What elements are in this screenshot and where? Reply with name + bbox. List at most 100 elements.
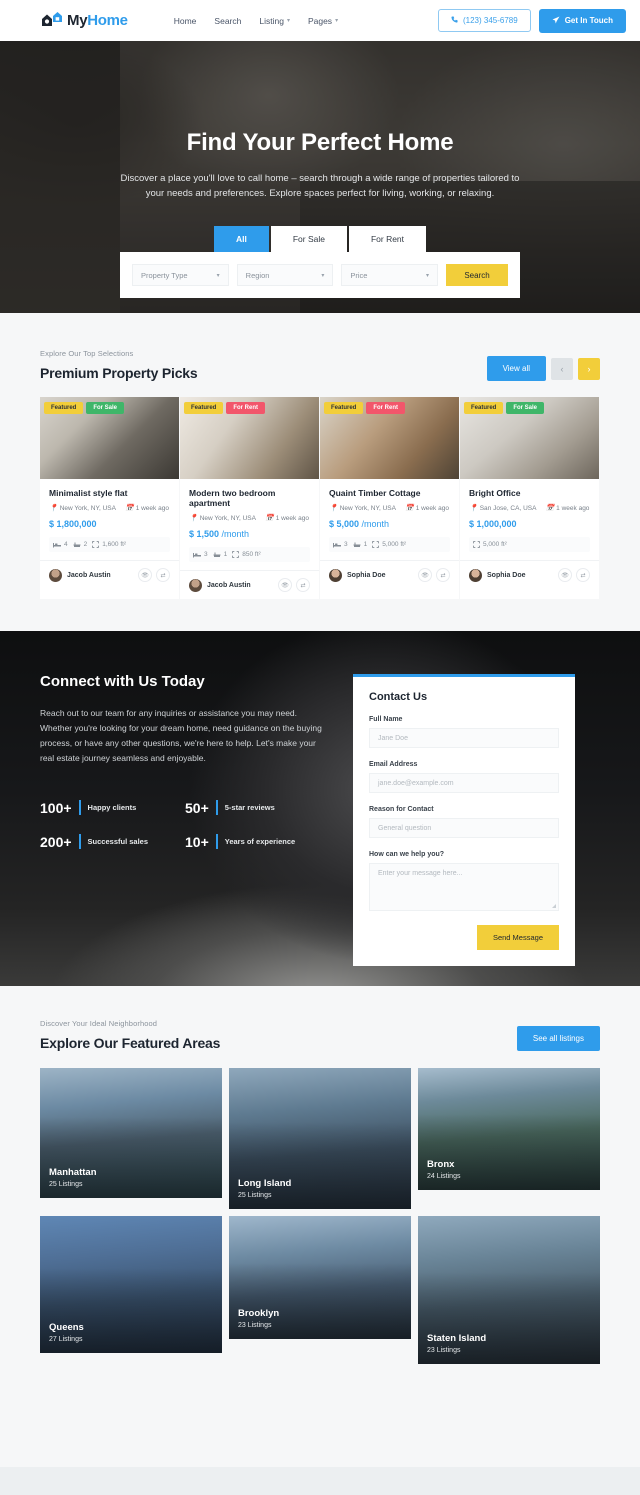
area-label: Brooklyn 23 Listings: [238, 1308, 279, 1329]
chevron-down-icon: ▾: [216, 272, 220, 279]
region-select[interactable]: Region ▾: [236, 264, 334, 287]
map-pin-icon: 📍: [469, 505, 478, 512]
footer-actions: 👁 ⇄: [138, 568, 170, 582]
select-value: Region: [245, 270, 270, 280]
eye-icon[interactable]: 👁: [418, 568, 432, 582]
stat-item: 10+ Years of experience: [185, 834, 330, 850]
property-location: 📍 New York, NY, USA: [189, 514, 256, 523]
area-listing-count: 25 Listings: [49, 1181, 83, 1188]
hero-title: Find Your Perfect Home: [186, 129, 454, 156]
property-price: $ 1,800,000: [49, 519, 97, 529]
property-posted: 📅 1 week ago: [545, 504, 590, 513]
area-card[interactable]: Bronx 24 Listings: [418, 1068, 600, 1190]
stat-label: Happy clients: [87, 803, 137, 812]
site-header: MyHome Home Search Listing ▾ Pages ▾ (123)…: [0, 0, 640, 41]
nav-item-home[interactable]: Home: [174, 16, 197, 26]
tab-for-sale[interactable]: For Sale: [270, 226, 347, 253]
full-name-field[interactable]: Jane Doe: [369, 728, 559, 748]
map-pin-icon: 📍: [189, 515, 198, 522]
property-type-select[interactable]: Property Type ▾: [132, 264, 229, 287]
message-textarea[interactable]: Enter your message here...: [369, 863, 559, 911]
chevron-right-icon[interactable]: ›: [578, 357, 600, 380]
property-title: Bright Office: [469, 488, 521, 498]
property-card[interactable]: Featured For Sale Bright Office 📍 San Jos…: [460, 397, 599, 599]
compare-icon[interactable]: ⇄: [156, 568, 170, 582]
agent-name: Jacob Austin: [67, 571, 111, 579]
status-badge: For Sale: [506, 402, 545, 414]
hero-content: Find Your Perfect Home Discover a place …: [0, 41, 640, 299]
area-card[interactable]: Staten Island 23 Listings: [418, 1216, 600, 1364]
property-body: Minimalist style flat 📍 New York, NY, USA…: [40, 479, 179, 560]
calendar-icon: 📅: [545, 505, 555, 512]
get-in-touch-button[interactable]: Get In Touch: [538, 8, 626, 33]
connect-title: Connect with Us Today: [40, 673, 205, 690]
page-title: Premium Property Picks: [40, 365, 198, 381]
stat-divider: [78, 834, 81, 849]
area-size: 850 ft²: [232, 551, 261, 558]
area-card[interactable]: Long Island 25 Listings: [229, 1068, 411, 1209]
bath-count: 2: [73, 541, 87, 548]
view-all-button[interactable]: View all: [486, 356, 546, 381]
chevron-left-icon[interactable]: ‹: [551, 357, 573, 380]
eye-icon[interactable]: 👁: [138, 568, 152, 582]
footer-actions: 👁 ⇄: [418, 568, 450, 582]
area-card[interactable]: Queens 27 Listings: [40, 1216, 222, 1353]
area-listing-count: 23 Listings: [427, 1347, 461, 1354]
search-button[interactable]: Search: [446, 264, 509, 287]
area-card[interactable]: Brooklyn 23 Listings: [229, 1216, 411, 1339]
site-logo[interactable]: MyHome: [40, 10, 128, 32]
area-listing-count: 27 Listings: [49, 1336, 83, 1343]
compare-icon[interactable]: ⇄: [576, 568, 590, 582]
bed-icon: [333, 542, 341, 547]
connect-text-column: Connect with Us Today Reach out to our t…: [40, 673, 330, 966]
compare-icon[interactable]: ⇄: [296, 578, 310, 592]
map-pin-icon: 📍: [329, 505, 338, 512]
property-location: 📍 San Jose, CA, USA: [469, 504, 537, 513]
nav-item-listing[interactable]: Listing ▾: [259, 16, 290, 26]
property-body: Quaint Timber Cottage 📍 New York, NY, USA…: [320, 479, 459, 560]
form-actions: Send Message: [369, 925, 559, 950]
area-card[interactable]: Manhattan 25 Listings: [40, 1068, 222, 1198]
property-body: Modern two bedroom apartment 📍 New York, …: [180, 479, 319, 570]
bed-count: 3: [333, 541, 348, 548]
area-size: 1,600 ft²: [92, 541, 126, 548]
nav-item-pages[interactable]: Pages ▾: [308, 16, 338, 26]
page-spacer: [0, 1404, 640, 1467]
house-logo-icon: [40, 10, 66, 32]
property-footer: Sophia Doe 👁 ⇄: [320, 560, 459, 589]
eye-icon[interactable]: 👁: [558, 568, 572, 582]
reason-field[interactable]: General question: [369, 818, 559, 838]
send-message-button[interactable]: Send Message: [476, 925, 559, 950]
see-all-listings-button[interactable]: See all listings: [516, 1026, 600, 1051]
placeholder-text: Jane Doe: [378, 734, 408, 742]
avatar: [189, 578, 202, 592]
area-size: 5,000 ft²: [372, 541, 406, 548]
phone-button[interactable]: (123) 345-6789: [437, 9, 531, 32]
property-meta: 📍 San Jose, CA, USA 📅 1 week ago: [469, 504, 590, 513]
tab-for-rent[interactable]: For Rent: [348, 226, 427, 253]
property-image: Featured For Rent: [320, 397, 459, 479]
calendar-icon: 📅: [404, 505, 414, 512]
stat-label: 5-star reviews: [224, 803, 275, 812]
hero-tabs: All For Sale For Rent: [0, 226, 640, 253]
nav-item-search[interactable]: Search: [214, 16, 241, 26]
property-card[interactable]: Featured For Rent Modern two bedroom apa…: [180, 397, 319, 599]
property-card[interactable]: Featured For Sale Minimalist style flat …: [40, 397, 179, 599]
eye-icon[interactable]: 👁: [278, 578, 292, 592]
property-card[interactable]: Featured For Rent Quaint Timber Cottage …: [320, 397, 459, 599]
badge-group: Featured For Rent: [324, 402, 406, 414]
stat-item: 100+ Happy clients: [40, 800, 185, 816]
tab-all[interactable]: All: [213, 226, 269, 253]
section-actions: View all ‹ ›: [486, 356, 600, 381]
area-icon: [473, 541, 480, 548]
full-name-label: Full Name: [369, 716, 403, 723]
property-meta: 📍 New York, NY, USA 📅 1 week ago: [49, 504, 170, 513]
area-label: Staten Island 23 Listings: [427, 1333, 486, 1354]
email-field[interactable]: jane.doe@example.com: [369, 773, 559, 793]
stat-value: 200+: [40, 833, 72, 850]
property-body: Bright Office 📍 San Jose, CA, USA 📅 1 week…: [460, 479, 599, 560]
paper-plane-icon: [552, 16, 560, 26]
bath-count: 1: [213, 551, 227, 558]
price-select[interactable]: Price ▾: [341, 264, 439, 287]
compare-icon[interactable]: ⇄: [436, 568, 450, 582]
